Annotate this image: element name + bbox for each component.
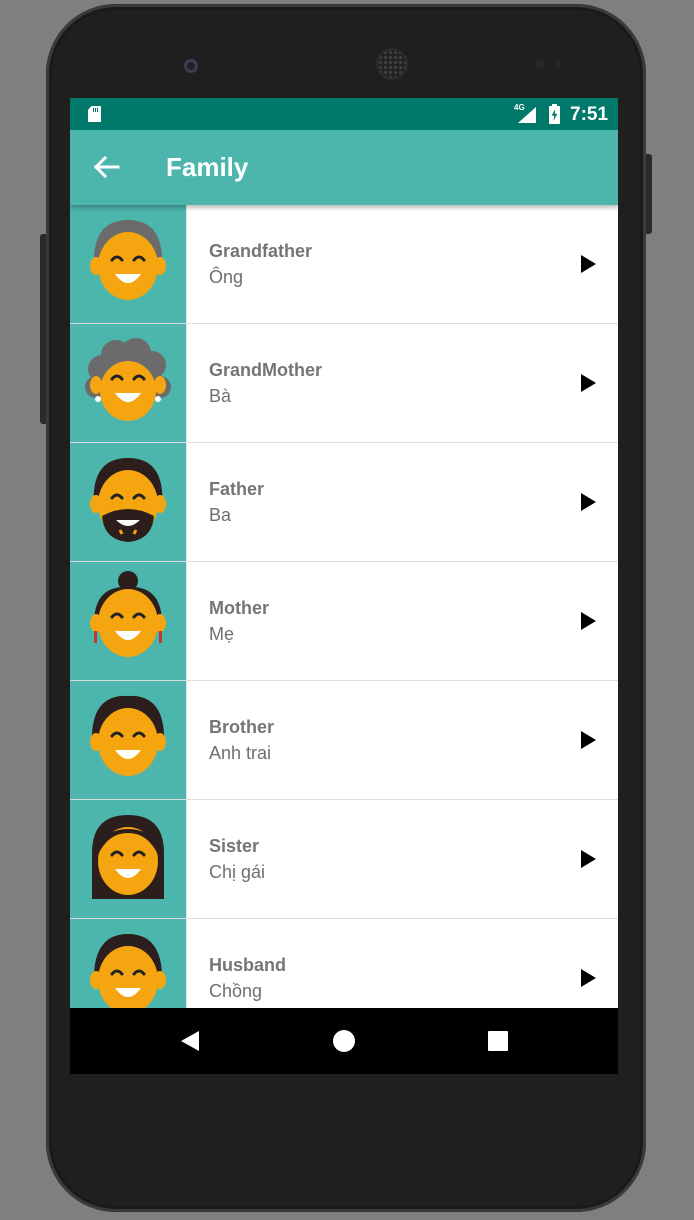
item-english-word: Grandfather <box>209 241 313 261</box>
network-type-label: 4G <box>514 103 525 112</box>
status-bar: 4G 7:51 <box>70 98 618 130</box>
list-item[interactable]: Father Ba <box>70 443 618 562</box>
sister-avatar-icon <box>92 815 164 899</box>
play-button[interactable] <box>558 681 618 799</box>
item-vietnamese-word: Bà <box>209 386 232 406</box>
page-title: Family <box>166 152 249 182</box>
item-vietnamese-word: Anh trai <box>209 743 272 763</box>
back-button[interactable] <box>88 150 126 184</box>
list-item[interactable]: Brother Anh trai <box>70 681 618 800</box>
arrow-back-icon <box>93 155 120 179</box>
home-circle-icon <box>333 1030 355 1052</box>
grandmother-avatar-icon <box>85 338 171 421</box>
item-vietnamese-word: Ba <box>209 505 232 525</box>
item-english-word: Sister <box>209 836 260 856</box>
avatar <box>70 324 187 442</box>
item-english-word: GrandMother <box>209 360 323 380</box>
play-icon <box>581 612 596 630</box>
list-item[interactable]: Sister Chị gái <box>70 800 618 919</box>
navigation-bar <box>70 1008 618 1074</box>
power-button <box>646 154 652 234</box>
avatar <box>70 205 187 323</box>
brother-avatar-icon <box>90 695 166 776</box>
item-vietnamese-word: Chồng <box>209 981 263 1001</box>
sensor-icon <box>554 60 562 68</box>
item-texts: Mother Mẹ <box>187 562 558 680</box>
item-texts: GrandMother Bà <box>187 324 558 442</box>
item-texts: Grandfather Ông <box>187 205 558 323</box>
item-texts: Brother Anh trai <box>187 681 558 799</box>
nav-recents-button[interactable] <box>463 1008 533 1074</box>
play-button[interactable] <box>558 562 618 680</box>
play-icon <box>581 969 596 987</box>
item-english-word: Brother <box>209 717 275 737</box>
list-item[interactable]: Grandfather Ông <box>70 205 618 324</box>
avatar <box>70 800 187 918</box>
app-bar: Family <box>70 130 618 205</box>
family-list: Grandfather Ông GrandMother Bà Father Ba <box>70 205 618 1038</box>
sd-card-icon <box>88 106 101 122</box>
play-icon <box>581 731 596 749</box>
item-vietnamese-word: Chị gái <box>209 862 266 882</box>
item-texts: Father Ba <box>187 443 558 561</box>
avatar <box>70 562 187 680</box>
battery-charging-icon <box>549 104 560 124</box>
avatar <box>70 443 187 561</box>
earpiece-speaker-icon <box>378 50 406 78</box>
play-icon <box>581 255 596 273</box>
volume-button <box>40 234 46 424</box>
nav-home-button[interactable] <box>309 1008 379 1074</box>
screen: 4G 7:51 Family Grandfather Ông GrandMoth… <box>70 98 618 1074</box>
play-button[interactable] <box>558 205 618 323</box>
list-item[interactable]: Mother Mẹ <box>70 562 618 681</box>
status-time: 7:51 <box>570 104 609 125</box>
avatar <box>70 681 187 799</box>
item-english-word: Father <box>209 479 265 499</box>
play-icon <box>581 374 596 392</box>
grandfather-avatar-icon <box>90 220 166 300</box>
item-vietnamese-word: Ông <box>209 267 244 287</box>
item-english-word: Mother <box>209 598 269 618</box>
sensor-icon <box>534 59 544 69</box>
father-avatar-icon <box>90 458 166 542</box>
back-triangle-icon <box>181 1031 199 1051</box>
item-english-word: Husband <box>209 955 287 975</box>
item-texts: Sister Chị gái <box>187 800 558 918</box>
mother-avatar-icon <box>90 571 166 657</box>
play-icon <box>581 493 596 511</box>
item-vietnamese-word: Mẹ <box>209 624 235 644</box>
play-button[interactable] <box>558 800 618 918</box>
play-icon <box>581 850 596 868</box>
play-button[interactable] <box>558 443 618 561</box>
front-camera-icon <box>184 59 198 73</box>
nav-back-button[interactable] <box>155 1008 225 1074</box>
play-button[interactable] <box>558 324 618 442</box>
list-item[interactable]: GrandMother Bà <box>70 324 618 443</box>
recents-square-icon <box>488 1031 508 1051</box>
